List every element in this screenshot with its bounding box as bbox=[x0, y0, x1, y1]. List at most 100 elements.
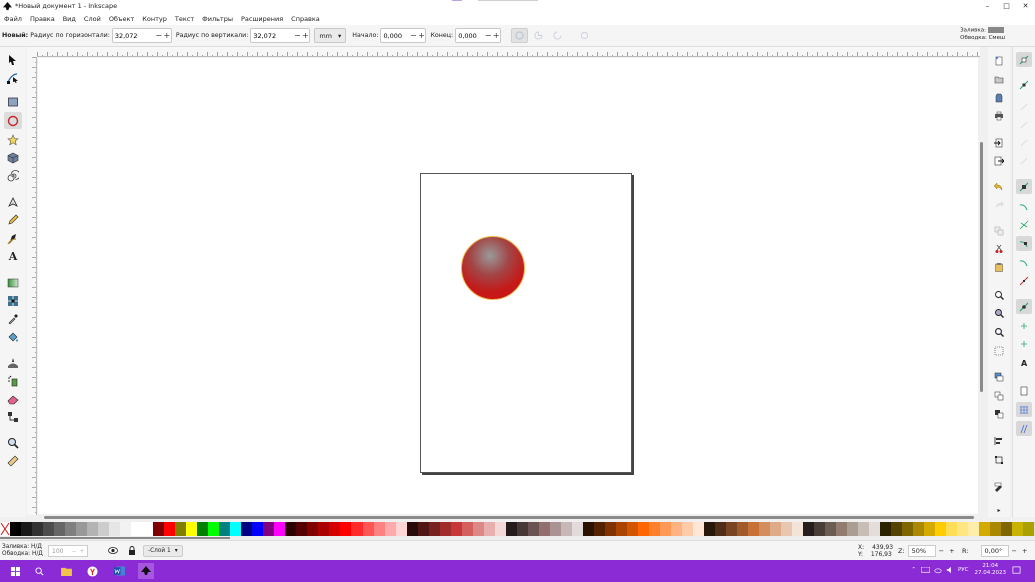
zoom-decrement-button[interactable]: − bbox=[939, 547, 944, 555]
menu-extensions[interactable]: Расширения bbox=[241, 15, 283, 23]
duplicate-button[interactable] bbox=[991, 223, 1007, 238]
file-explorer-button[interactable] bbox=[59, 564, 73, 578]
color-swatch[interactable] bbox=[285, 522, 297, 536]
color-swatch[interactable] bbox=[1012, 522, 1024, 536]
tool-tweak[interactable] bbox=[4, 354, 22, 371]
zoom-increment-button[interactable]: + bbox=[949, 547, 954, 555]
color-swatch[interactable] bbox=[1023, 522, 1035, 536]
clone-button[interactable] bbox=[991, 406, 1007, 421]
new-document-button[interactable] bbox=[991, 53, 1007, 68]
red-sphere-object[interactable] bbox=[461, 236, 525, 300]
clock[interactable]: 21:04 27.04.2023 bbox=[975, 563, 1007, 577]
color-swatch[interactable] bbox=[659, 522, 671, 536]
word-button[interactable] bbox=[112, 564, 126, 578]
fill-swatch[interactable] bbox=[987, 27, 1004, 33]
color-swatch[interactable] bbox=[274, 522, 286, 536]
make-whole-button[interactable] bbox=[576, 28, 593, 43]
import-button[interactable] bbox=[991, 135, 1007, 150]
snap-bbox-center-button[interactable] bbox=[1016, 153, 1032, 168]
color-swatch[interactable] bbox=[406, 522, 418, 536]
language-indicator[interactable]: РУС bbox=[958, 567, 969, 573]
xml-editor-button[interactable] bbox=[991, 479, 1007, 494]
tool-gradient[interactable] bbox=[4, 274, 22, 291]
snap-page-border-button[interactable] bbox=[1016, 383, 1032, 398]
color-swatch[interactable] bbox=[803, 522, 815, 536]
save-button[interactable] bbox=[991, 90, 1007, 105]
menu-text[interactable]: Текст bbox=[175, 15, 194, 23]
snap-bbox-midpoint-button[interactable] bbox=[1016, 135, 1032, 150]
yandex-browser-button[interactable] bbox=[85, 564, 99, 578]
undo-button[interactable] bbox=[991, 179, 1007, 194]
color-swatch[interactable] bbox=[560, 522, 572, 536]
snap-text-baseline-button[interactable]: A bbox=[1016, 355, 1032, 370]
color-swatch[interactable] bbox=[186, 522, 198, 536]
snap-guides-button[interactable] bbox=[1016, 421, 1032, 436]
no-paint-swatch[interactable] bbox=[0, 522, 10, 536]
cut-button[interactable] bbox=[991, 241, 1007, 256]
tool-zoom[interactable] bbox=[4, 434, 22, 451]
color-swatch[interactable] bbox=[637, 522, 649, 536]
rx-input[interactable] bbox=[112, 29, 155, 42]
drawing-canvas[interactable] bbox=[38, 58, 978, 515]
color-swatch[interactable] bbox=[814, 522, 826, 536]
tool-dropper[interactable] bbox=[4, 310, 22, 327]
menu-object[interactable]: Объект bbox=[109, 15, 134, 23]
color-swatch[interactable] bbox=[197, 522, 209, 536]
document-page[interactable] bbox=[420, 173, 632, 473]
lock-icon[interactable] bbox=[128, 546, 136, 555]
snap-bbox-corner-button[interactable] bbox=[1016, 117, 1032, 132]
segment-button[interactable] bbox=[530, 28, 547, 43]
color-swatch[interactable] bbox=[10, 522, 22, 536]
color-swatch[interactable] bbox=[527, 522, 539, 536]
scroll-thumb[interactable] bbox=[44, 516, 974, 519]
stroke-value[interactable]: Смеш bbox=[989, 35, 1005, 41]
tool-star[interactable] bbox=[4, 131, 22, 148]
color-swatch[interactable] bbox=[76, 522, 88, 536]
print-button[interactable] bbox=[991, 108, 1007, 123]
color-swatch[interactable] bbox=[604, 522, 616, 536]
vertical-ruler[interactable] bbox=[27, 57, 37, 515]
snap-grid-button[interactable] bbox=[1016, 402, 1032, 417]
color-swatch[interactable] bbox=[175, 522, 187, 536]
rotation-input[interactable]: 0,00° bbox=[980, 545, 1009, 557]
color-swatch[interactable] bbox=[715, 522, 727, 536]
menu-view[interactable]: Вид bbox=[63, 15, 76, 23]
tool-ellipse[interactable] bbox=[4, 112, 22, 129]
ungroup-button[interactable] bbox=[991, 388, 1007, 403]
scroll-thumb[interactable] bbox=[0, 537, 230, 539]
color-swatch[interactable] bbox=[836, 522, 848, 536]
snap-intersection-button[interactable] bbox=[1016, 217, 1032, 232]
rx-increment-button[interactable]: + bbox=[163, 31, 171, 40]
color-swatch[interactable] bbox=[373, 522, 385, 536]
paste-button[interactable] bbox=[991, 259, 1007, 274]
menu-layer[interactable]: Слой bbox=[84, 15, 101, 23]
tool-measure[interactable] bbox=[4, 452, 22, 469]
zoom-selection-button[interactable] bbox=[991, 287, 1007, 302]
color-swatch[interactable] bbox=[538, 522, 550, 536]
maximize-button[interactable]: □ bbox=[997, 0, 1016, 12]
color-swatch[interactable] bbox=[626, 522, 638, 536]
tool-spiral[interactable] bbox=[4, 167, 22, 184]
color-swatch[interactable] bbox=[692, 522, 704, 536]
color-swatch[interactable] bbox=[439, 522, 451, 536]
color-swatch[interactable] bbox=[219, 522, 231, 536]
tool-eraser[interactable] bbox=[4, 390, 22, 407]
status-stroke-value[interactable]: Н/Д bbox=[32, 551, 43, 557]
rx-decrement-button[interactable]: − bbox=[155, 31, 163, 40]
minimize-button[interactable]: – bbox=[978, 0, 997, 12]
tool-node[interactable] bbox=[4, 69, 22, 86]
zoom-page-button[interactable] bbox=[991, 324, 1007, 339]
color-swatch[interactable] bbox=[351, 522, 363, 536]
color-swatch[interactable] bbox=[593, 522, 605, 536]
tool-rectangle[interactable] bbox=[4, 93, 22, 110]
export-button[interactable] bbox=[991, 153, 1007, 168]
snap-bbox-button[interactable] bbox=[1016, 77, 1032, 92]
color-swatch[interactable] bbox=[252, 522, 264, 536]
color-swatch[interactable] bbox=[230, 522, 242, 536]
horizontal-scrollbar[interactable] bbox=[38, 514, 978, 520]
color-swatch[interactable] bbox=[935, 522, 947, 536]
snap-midpoint-line-button[interactable] bbox=[1016, 273, 1032, 288]
ry-increment-button[interactable]: + bbox=[301, 31, 309, 40]
start-increment-button[interactable]: + bbox=[417, 31, 425, 40]
color-swatch[interactable] bbox=[516, 522, 528, 536]
